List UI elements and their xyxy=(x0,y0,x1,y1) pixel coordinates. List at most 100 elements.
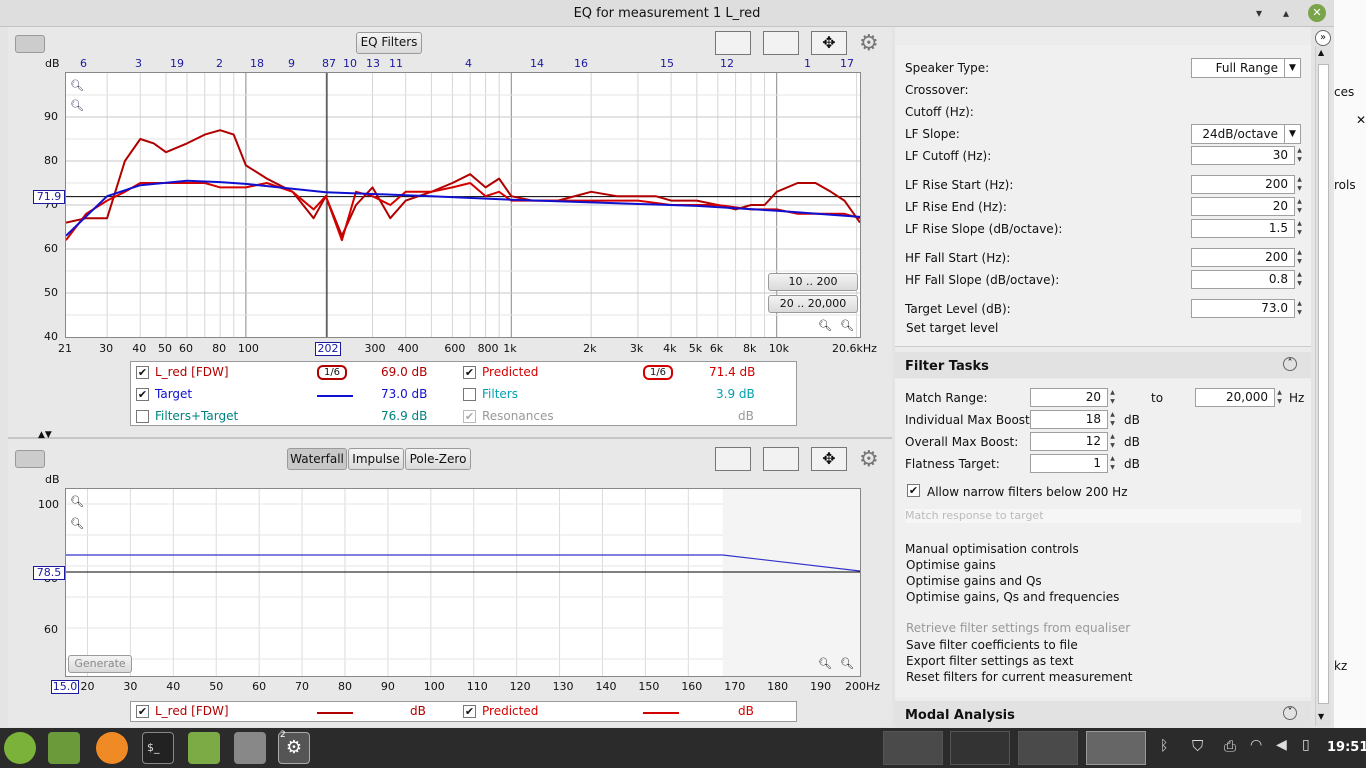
modal-analysis-header[interactable]: Modal Analysis ˅ xyxy=(895,701,1311,727)
filter-number-label[interactable]: 18 xyxy=(250,57,264,70)
match-to-field[interactable]: 20,000 xyxy=(1195,388,1275,407)
hf-fall-start-field[interactable]: 200 xyxy=(1191,248,1295,267)
fit-view-icon-bottom[interactable] xyxy=(715,447,751,471)
target-checkbox[interactable]: ✔ xyxy=(136,388,149,401)
terminal-icon[interactable]: $_ xyxy=(142,732,174,764)
filter-number-label[interactable]: 87 xyxy=(322,57,336,70)
filter-number-label[interactable]: 19 xyxy=(170,57,184,70)
window-preview-3[interactable] xyxy=(1018,731,1078,765)
allow-narrow-checkbox[interactable]: ✔ xyxy=(907,484,920,497)
lf-cutoff-field[interactable]: 30 xyxy=(1191,146,1295,165)
settings-scrollbar[interactable]: ▲ ▼ xyxy=(1315,46,1331,726)
frequency-response-plot[interactable]: 🔍︎ 🔍︎ 10 .. 200 20 .. 20,000 🔍︎ 🔍︎ xyxy=(65,72,861,338)
fit-view-icon[interactable] xyxy=(715,31,751,55)
hf-fall-start-stepper[interactable]: ▲ ▼ xyxy=(1295,248,1304,267)
wifi-icon[interactable]: ◠ xyxy=(1250,737,1262,753)
zoom-in-icon-bottom[interactable]: 🔍︎ xyxy=(70,495,84,508)
splitter-arrows-icon[interactable]: ▲▼ xyxy=(38,430,52,440)
filter-number-label[interactable]: 10 xyxy=(343,57,357,70)
volume-icon[interactable]: ◀ xyxy=(1276,737,1287,753)
window-preview-4[interactable] xyxy=(1086,731,1146,765)
predicted-checkbox[interactable]: ✔ xyxy=(463,366,476,379)
expand-icon-bottom[interactable]: ✥ xyxy=(811,447,847,471)
window-preview-1[interactable] xyxy=(883,731,943,765)
l-red-checkbox-bottom[interactable]: ✔ xyxy=(136,705,149,718)
scroll-down-icon[interactable]: ▼ xyxy=(1318,712,1324,721)
zoom-in-x-icon[interactable]: 🔍︎ xyxy=(840,319,854,332)
grid-view-icon[interactable] xyxy=(763,31,799,55)
close-button[interactable]: ✕ xyxy=(1308,4,1326,22)
filter-number-label[interactable]: 9 xyxy=(288,57,295,70)
shield-icon[interactable]: ⛉ xyxy=(1192,737,1203,755)
lf-rise-slope-field[interactable]: 1.5 xyxy=(1191,219,1295,238)
filter-number-label[interactable]: 17 xyxy=(840,57,854,70)
reset-filters-button[interactable]: Reset filters for current measurement xyxy=(906,670,1132,684)
optimise-all-button[interactable]: Optimise gains, Qs and frequencies xyxy=(906,590,1119,604)
filter-tasks-header[interactable]: Filter Tasks ˄ xyxy=(895,352,1311,378)
zoom-in-icon[interactable]: 🔍︎ xyxy=(70,79,84,92)
printer-icon[interactable]: ⎙ xyxy=(1224,737,1236,755)
lf-rise-end-stepper[interactable]: ▲ ▼ xyxy=(1295,197,1304,216)
scroll-up-icon[interactable]: ▲ xyxy=(1318,48,1324,57)
range-20-20000-button[interactable]: 20 .. 20,000 xyxy=(768,295,858,313)
scrollbar-thumb[interactable] xyxy=(1318,64,1329,704)
maximize-button[interactable]: ▴ xyxy=(1277,4,1295,22)
hf-fall-slope-field[interactable]: 0.8 xyxy=(1191,270,1295,289)
lf-rise-slope-stepper[interactable]: ▲ ▼ xyxy=(1295,219,1304,238)
individual-max-boost-stepper[interactable]: ▲ ▼ xyxy=(1108,410,1117,429)
files-icon[interactable] xyxy=(48,732,80,764)
match-from-field[interactable]: 20 xyxy=(1030,388,1108,407)
overall-max-boost-field[interactable]: 12 xyxy=(1030,432,1108,451)
target-level-stepper[interactable]: ▲ ▼ xyxy=(1295,299,1304,318)
battery-icon[interactable]: ▯ xyxy=(1302,737,1310,753)
filter-number-label[interactable]: 6 xyxy=(80,57,87,70)
predicted-smoothing[interactable]: 1/6 xyxy=(643,365,673,380)
filter-number-label[interactable]: 13 xyxy=(366,57,380,70)
zoom-in-x-icon-bottom[interactable]: 🔍︎ xyxy=(840,657,854,670)
flatness-target-field[interactable]: 1 xyxy=(1030,454,1108,473)
lf-rise-end-field[interactable]: 20 xyxy=(1191,197,1295,216)
individual-max-boost-field[interactable]: 18 xyxy=(1030,410,1108,429)
folder-icon[interactable] xyxy=(188,732,220,764)
predicted-checkbox-bottom[interactable]: ✔ xyxy=(463,705,476,718)
target-level-field[interactable]: 73.0 xyxy=(1191,299,1295,318)
filter-number-label[interactable]: 12 xyxy=(720,57,734,70)
filters-checkbox[interactable] xyxy=(463,388,476,401)
mint-menu-icon[interactable] xyxy=(4,732,36,764)
grid-view-icon-bottom[interactable] xyxy=(763,447,799,471)
collapse-pane-icon[interactable]: » xyxy=(1315,30,1331,46)
l-red-checkbox[interactable]: ✔ xyxy=(136,366,149,379)
filters-target-checkbox[interactable] xyxy=(136,410,149,423)
filter-number-label[interactable]: 3 xyxy=(135,57,142,70)
resonances-checkbox[interactable]: ✔ xyxy=(463,410,476,423)
filter-number-label[interactable]: 1 xyxy=(804,57,811,70)
save-coefficients-button[interactable]: Save filter coefficients to file xyxy=(906,638,1078,652)
eq-filters-button[interactable]: EQ Filters xyxy=(356,32,422,54)
match-from-stepper[interactable]: ▲ ▼ xyxy=(1108,388,1117,407)
manual-optimisation-link[interactable]: Manual optimisation controls xyxy=(905,542,1079,556)
waterfall-plot[interactable]: 🔍︎ 🔍︎ Generate 🔍︎ 🔍︎ xyxy=(65,488,861,677)
hf-fall-slope-stepper[interactable]: ▲ ▼ xyxy=(1295,270,1304,289)
l-red-smoothing[interactable]: 1/6 xyxy=(317,365,347,380)
optimise-gains-button[interactable]: Optimise gains xyxy=(906,558,996,572)
screenshot-icon[interactable] xyxy=(15,35,45,53)
zoom-out-x-icon[interactable]: 🔍︎ xyxy=(818,319,832,332)
range-10-200-button[interactable]: 10 .. 200 xyxy=(768,273,858,291)
set-target-level-button[interactable]: Set target level xyxy=(906,321,998,335)
speaker-type-select[interactable]: Full Range ▼ xyxy=(1191,58,1301,78)
window-preview-2[interactable] xyxy=(950,731,1010,765)
flatness-target-stepper[interactable]: ▲ ▼ xyxy=(1108,454,1117,473)
generate-button[interactable]: Generate xyxy=(68,655,132,673)
screenshot-icon-bottom[interactable] xyxy=(15,450,45,468)
zoom-out-icon[interactable]: 🔍︎ xyxy=(70,99,84,112)
filter-number-label[interactable]: 4 xyxy=(465,57,472,70)
lf-slope-select[interactable]: 24dB/octave ▼ xyxy=(1191,124,1301,144)
tab-pole-zero[interactable]: Pole-Zero xyxy=(405,448,471,470)
gear-icon[interactable]: ⚙ xyxy=(859,31,879,56)
filter-number-label[interactable]: 16 xyxy=(574,57,588,70)
zoom-out-icon-bottom[interactable]: 🔍︎ xyxy=(70,517,84,530)
pane-divider[interactable] xyxy=(8,437,892,439)
overall-max-boost-stepper[interactable]: ▲ ▼ xyxy=(1108,432,1117,451)
match-response-button[interactable]: Match response to target xyxy=(905,509,1301,523)
gear-icon-bottom[interactable]: ⚙ xyxy=(859,447,879,472)
